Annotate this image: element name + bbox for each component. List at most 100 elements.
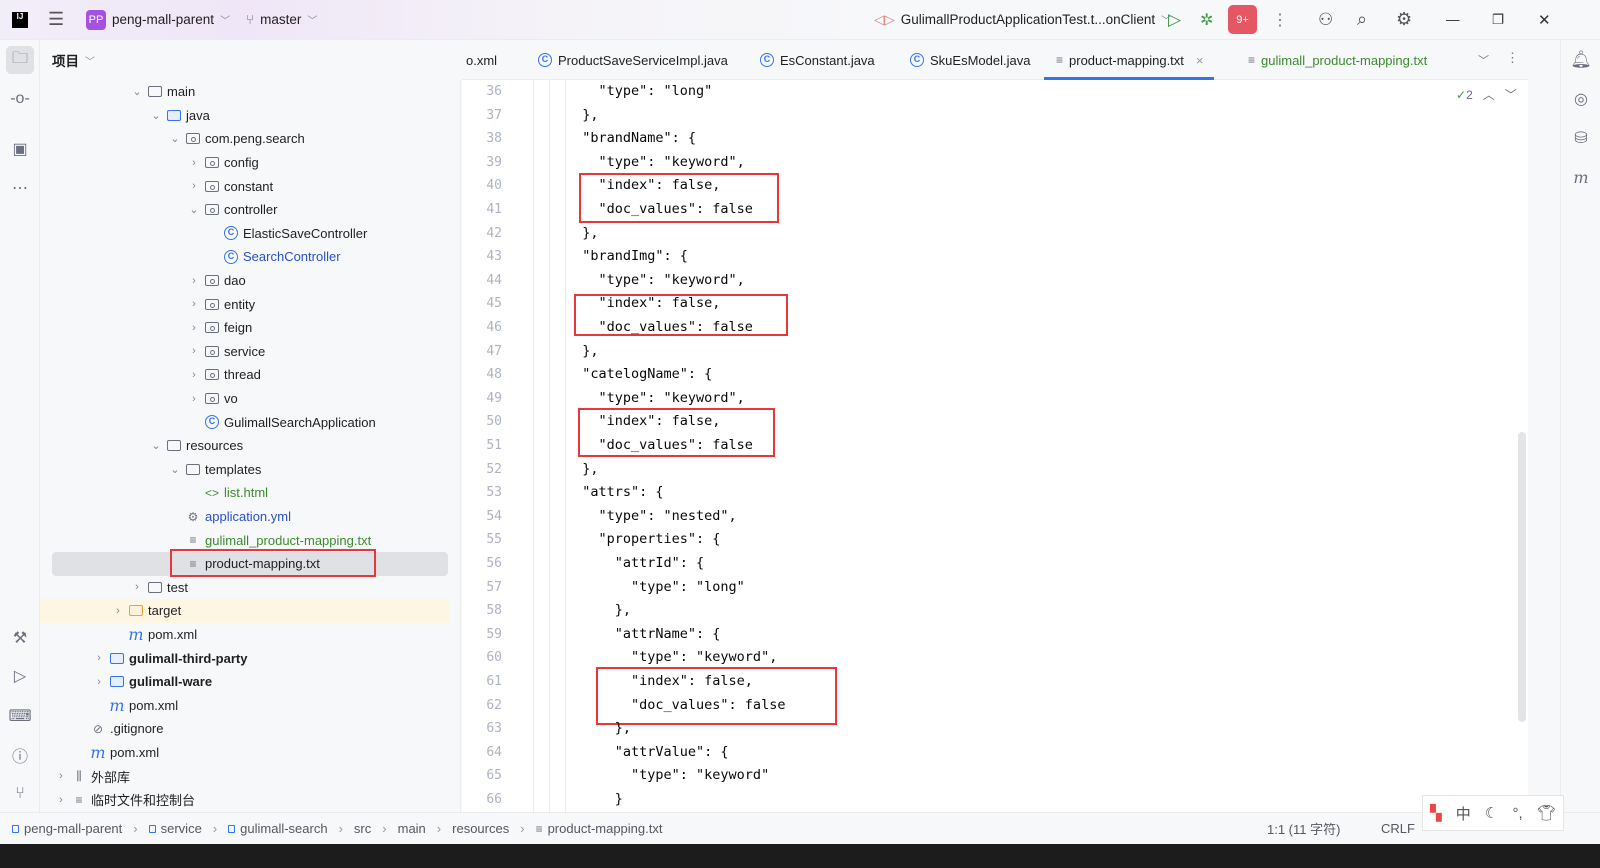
- tab-o-xml[interactable]: o.xml: [466, 40, 497, 80]
- project-selector[interactable]: PP peng-mall-parent ﹀: [86, 9, 230, 30]
- ime-toolbar[interactable]: ▚ 中 ☾ °, 👕︎: [1422, 795, 1564, 831]
- caret-position[interactable]: 1:1 (11 字符): [1267, 819, 1340, 838]
- notifications-badge-button[interactable]: 9+: [1228, 5, 1257, 34]
- breadcrumb-item[interactable]: main: [398, 821, 426, 836]
- services-icon[interactable]: ▷: [6, 662, 34, 690]
- tree-item[interactable]: <> list.html: [40, 481, 450, 505]
- breadcrumb-item[interactable]: gulimall-search: [240, 821, 327, 836]
- punctuation-icon[interactable]: °,: [1513, 805, 1523, 822]
- tree-item[interactable]: ⌄ templates: [40, 458, 450, 482]
- tab-skuesmodel-java[interactable]: C SkuEsModel.java: [910, 40, 1030, 80]
- maven-icon[interactable]: m: [1567, 163, 1595, 191]
- tree-item[interactable]: › test: [40, 576, 450, 600]
- chevron-down-icon[interactable]: ⌄: [166, 132, 184, 145]
- commit-icon[interactable]: -o-: [6, 85, 34, 113]
- chevron-right-icon[interactable]: ›: [52, 770, 70, 782]
- tree-item[interactable]: › thread: [40, 363, 450, 387]
- tree-item[interactable]: › service: [40, 340, 450, 364]
- terminal-icon[interactable]: ⌨: [6, 702, 34, 730]
- breadcrumb-item[interactable]: src: [354, 821, 371, 836]
- add-user-icon[interactable]: ⚇: [1318, 10, 1333, 30]
- chevron-right-icon[interactable]: ›: [185, 393, 203, 405]
- tree-item[interactable]: ⌄ resources: [40, 434, 450, 458]
- more-icon[interactable]: ⋮: [1272, 10, 1288, 30]
- breadcrumb-item[interactable]: product-mapping.txt: [548, 821, 663, 836]
- code-editor[interactable]: 36 37 38 39 40 41 42 43 44 45 46 47 48 49 50 51 52 53 54 55…: [462, 80, 1528, 812]
- tab-list-chevron-icon[interactable]: ﹀: [1478, 52, 1489, 68]
- tree-item[interactable]: m pom.xml: [40, 741, 450, 765]
- ai-assistant-icon[interactable]: ◎: [1567, 85, 1595, 113]
- tree-item[interactable]: ⌄ java: [40, 104, 450, 128]
- tree-item[interactable]: m pom.xml: [40, 623, 450, 647]
- chevron-right-icon[interactable]: ›: [128, 581, 146, 593]
- project-panel-header[interactable]: 项目 ﹀: [40, 40, 461, 80]
- notifications-bell-icon[interactable]: 🔔︎: [1567, 46, 1595, 74]
- breadcrumb-item[interactable]: service: [161, 821, 202, 836]
- debug-button[interactable]: ✲: [1200, 10, 1213, 30]
- tab-gulimall-product-mapping-txt[interactable]: ≡ gulimall_product-mapping.txt: [1248, 40, 1427, 80]
- tree-item[interactable]: C GulimallSearchApplication: [40, 410, 450, 434]
- tree-item[interactable]: m pom.xml: [40, 694, 450, 718]
- chevron-down-icon[interactable]: ⌄: [128, 85, 146, 98]
- tree-item[interactable]: › ≡ 临时文件和控制台: [40, 788, 450, 812]
- tree-item[interactable]: › config: [40, 151, 450, 175]
- tree-item[interactable]: ⌄ main: [40, 80, 450, 104]
- tree-item[interactable]: › target: [40, 599, 450, 623]
- tree-item[interactable]: C ElasticSaveController: [40, 222, 450, 246]
- chevron-right-icon[interactable]: ›: [90, 652, 108, 664]
- tree-item[interactable]: ⊘ .gitignore: [40, 717, 450, 741]
- editor-scrollbar[interactable]: [1518, 432, 1526, 722]
- moon-icon[interactable]: ☾: [1485, 804, 1498, 822]
- close-tab-icon[interactable]: ×: [1196, 53, 1204, 68]
- app-logo[interactable]: IJ _: [12, 11, 28, 30]
- tree-item[interactable]: › vo: [40, 387, 450, 411]
- tree-item[interactable]: ⌄ com.peng.search: [40, 127, 450, 151]
- chevron-right-icon[interactable]: ›: [185, 345, 203, 357]
- tree-item[interactable]: › gulimall-ware: [40, 670, 450, 694]
- git-icon[interactable]: ⑂: [6, 780, 34, 808]
- run-button[interactable]: ▷: [1168, 10, 1181, 30]
- chevron-right-icon[interactable]: ›: [185, 275, 203, 287]
- build-icon[interactable]: ⚒: [6, 624, 34, 652]
- tab-esconstant-java[interactable]: C EsConstant.java: [760, 40, 875, 80]
- problems-icon[interactable]: ⓘ: [6, 741, 34, 769]
- ime-mode[interactable]: 中: [1456, 803, 1471, 824]
- tree-item[interactable]: C SearchController: [40, 245, 450, 269]
- search-icon[interactable]: ⌕: [1357, 9, 1367, 30]
- chevron-down-icon[interactable]: ⌄: [185, 203, 203, 216]
- breadcrumb-item[interactable]: resources: [452, 821, 509, 836]
- prev-highlight-icon[interactable]: ︿: [1483, 86, 1495, 103]
- next-highlight-icon[interactable]: ﹀: [1505, 86, 1517, 103]
- gear-icon[interactable]: ⚙: [1396, 9, 1412, 30]
- chevron-down-icon[interactable]: ⌄: [166, 463, 184, 476]
- chevron-right-icon[interactable]: ›: [185, 157, 203, 169]
- tab-productsaveserviceimpl-java[interactable]: C ProductSaveServiceImpl.java: [538, 40, 728, 80]
- main-menu-icon[interactable]: ☰: [48, 9, 64, 30]
- chevron-right-icon[interactable]: ›: [185, 369, 203, 381]
- chevron-down-icon[interactable]: ⌄: [147, 109, 165, 122]
- tree-item[interactable]: › entity: [40, 292, 450, 316]
- inspection-widget[interactable]: ✓2 ︿ ﹀: [1456, 86, 1517, 103]
- run-config-selector[interactable]: ◁▷ GulimallProductApplicationTest.t...on…: [874, 12, 1171, 28]
- tab-product-mapping-txt[interactable]: ≡ product-mapping.txt ×: [1044, 40, 1214, 80]
- line-ending[interactable]: CRLF: [1381, 821, 1415, 836]
- skin-icon[interactable]: 👕︎: [1537, 804, 1556, 822]
- restore-button[interactable]: ❐: [1492, 12, 1504, 28]
- chevron-down-icon[interactable]: ⌄: [147, 439, 165, 452]
- chevron-right-icon[interactable]: ›: [90, 676, 108, 688]
- chevron-right-icon[interactable]: ›: [109, 605, 127, 617]
- chevron-right-icon[interactable]: ›: [185, 180, 203, 192]
- breadcrumb-item[interactable]: peng-mall-parent: [24, 821, 122, 836]
- branch-selector[interactable]: ⑂ master ﹀: [246, 12, 317, 27]
- tree-item[interactable]: › gulimall-third-party: [40, 646, 450, 670]
- tree-item[interactable]: › constant: [40, 174, 450, 198]
- database-icon[interactable]: ⛁: [1567, 124, 1595, 152]
- structure-icon[interactable]: ▣: [6, 135, 34, 163]
- tree-item[interactable]: › feign: [40, 316, 450, 340]
- tree-item[interactable]: ⌄ controller: [40, 198, 450, 222]
- chevron-right-icon[interactable]: ›: [185, 322, 203, 334]
- tab-more-icon[interactable]: ⋮: [1506, 50, 1519, 66]
- minimize-button[interactable]: —: [1446, 12, 1460, 27]
- chevron-right-icon[interactable]: ›: [185, 298, 203, 310]
- close-window-button[interactable]: ✕: [1538, 11, 1551, 29]
